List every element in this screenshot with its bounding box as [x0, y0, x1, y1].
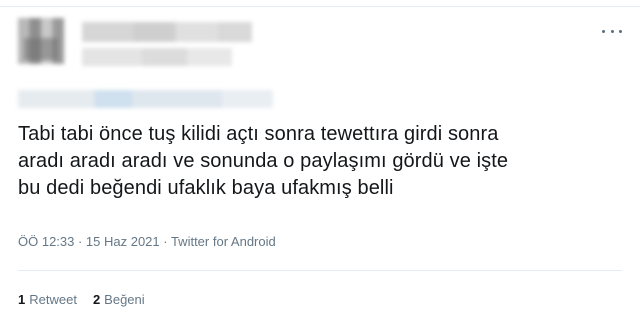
tweet-text-line: aradı aradı aradı ve sonunda o paylaşımı… — [18, 150, 509, 172]
author-handle-redacted[interactable] — [82, 48, 232, 66]
retweet-label: Retweet — [29, 292, 77, 307]
divider — [0, 6, 640, 7]
author-name-redacted[interactable] — [82, 22, 252, 42]
like-count: 2 — [92, 292, 101, 307]
tweet-card: Tabi tabi önce tuş kilidi açtı sonra tew… — [0, 0, 640, 328]
divider — [18, 270, 622, 271]
tweet-text: Tabi tabi önce tuş kilidi açtı sonra tew… — [18, 121, 618, 202]
tweet-stats: 1 Retweet 2 Beğeni — [18, 292, 145, 307]
tweet-timestamp[interactable]: ÖÖ 12:33 · 15 Haz 2021 · Twitter for And… — [18, 234, 276, 249]
retweet-count: 1 — [18, 292, 26, 307]
retweet-stat[interactable]: 1 Retweet — [18, 292, 77, 307]
like-label: Beğeni — [104, 292, 145, 307]
dot-icon — [619, 29, 622, 33]
reply-context-redacted — [18, 90, 273, 108]
avatar[interactable] — [18, 18, 64, 64]
tweet-text-line: Tabi tabi önce tuş kilidi açtı sonra tew… — [18, 123, 499, 145]
more-options-icon[interactable] — [602, 26, 622, 36]
like-stat[interactable]: 2 Beğeni — [93, 292, 145, 307]
dot-icon — [602, 29, 605, 33]
dot-icon — [610, 29, 614, 33]
tweet-text-line: bu dedi beğendi ufaklık baya ufakmış bel… — [18, 177, 394, 199]
